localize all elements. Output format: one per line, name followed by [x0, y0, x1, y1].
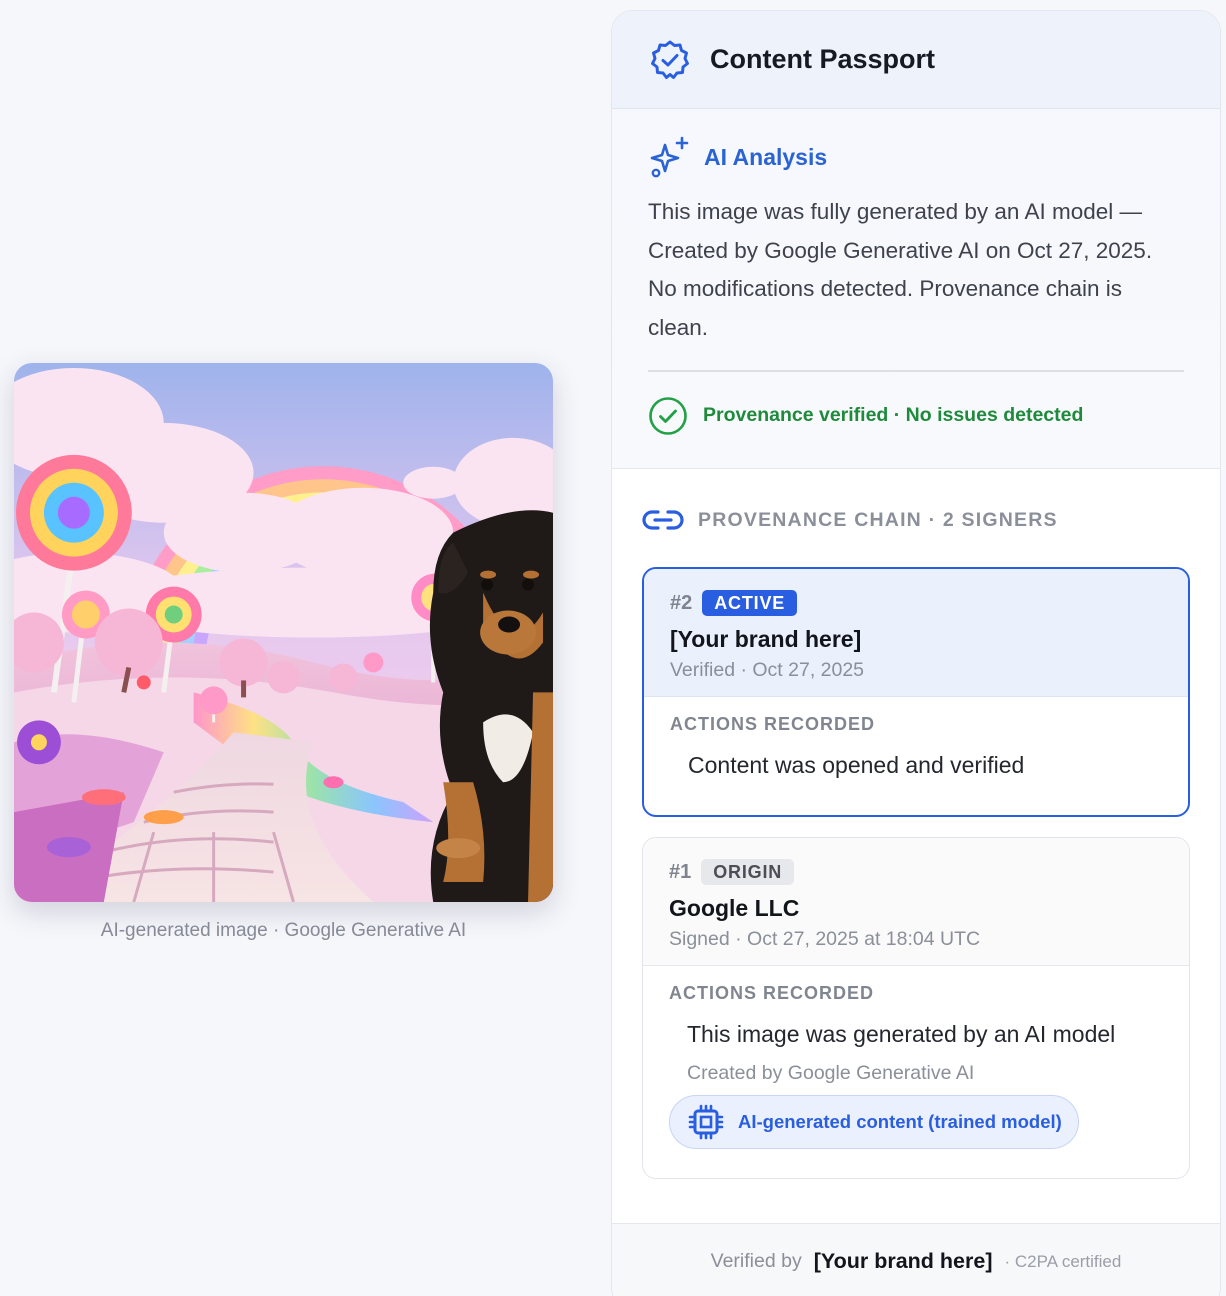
signer-summary: #2 ACTIVE [Your brand here] Verified · O… [644, 569, 1188, 697]
check-circle-icon [649, 396, 687, 435]
footer-prefix: Verified by [710, 1250, 802, 1272]
provenance-status: Provenance verified · No issues detected [648, 396, 1184, 436]
origin-badge: ORIGIN [701, 859, 795, 885]
signer-number: #2 [670, 591, 693, 614]
chip-icon [688, 1104, 724, 1140]
candy-landscape-illustration [14, 363, 553, 902]
signer-meta: Signed · Oct 27, 2025 at 18:04 UTC [669, 928, 981, 950]
footer-brand: [Your brand here] [813, 1249, 993, 1273]
action-item: Content was opened and verified [688, 752, 1025, 778]
signer-meta: Verified · Oct 27, 2025 [670, 659, 865, 681]
image-caption: AI-generated image · Google Generative A… [100, 920, 467, 941]
sparkles-icon [650, 136, 689, 178]
provenance-status-text: Provenance verified · No issues detected [703, 404, 1084, 426]
signer-card-active[interactable]: #2 ACTIVE [Your brand here] Verified · O… [642, 567, 1190, 817]
content-passport-panel: Content Passport AI Analysis This image … [611, 10, 1221, 1296]
action-item: This image was generated by an AI model [687, 1021, 1116, 1047]
panel-footer: Verified by [Your brand here] · C2PA cer… [612, 1223, 1220, 1296]
actions-label: ACTIONS RECORDED [669, 983, 875, 1003]
ai-analysis-text: This image was fully generated by an AI … [648, 199, 1153, 340]
panel-header: Content Passport [612, 11, 1220, 109]
footer-certification: · C2PA certified [1004, 1251, 1122, 1271]
signer-summary: #1 ORIGIN Google LLC Signed · Oct 27, 20… [643, 838, 1189, 966]
actions-recorded: ACTIONS RECORDED Content was opened and … [644, 697, 1188, 779]
provenance-chain-header: PROVENANCE CHAIN · 2 SIGNERS [642, 505, 1190, 535]
verified-badge-icon [651, 40, 689, 79]
ai-generated-image [14, 363, 553, 902]
action-subtext: Created by Google Generative AI [687, 1062, 975, 1084]
signer-name: [Your brand here] [670, 626, 862, 652]
provenance-chain-title: PROVENANCE CHAIN · 2 SIGNERS [698, 508, 1058, 531]
ai-generated-chip[interactable]: AI-generated content (trained model) [669, 1095, 1079, 1149]
link-icon [642, 510, 684, 530]
signer-number: #1 [669, 860, 692, 883]
ai-analysis-header: AI Analysis [648, 135, 1184, 179]
actions-recorded: ACTIONS RECORDED This image was generate… [643, 966, 1189, 1149]
panel-title: Content Passport [710, 44, 936, 74]
signer-card-origin[interactable]: #1 ORIGIN Google LLC Signed · Oct 27, 20… [642, 837, 1190, 1179]
ai-generated-chip-label: AI-generated content (trained model) [738, 1111, 1062, 1132]
ai-analysis-title: AI Analysis [704, 143, 828, 170]
active-badge: ACTIVE [702, 590, 798, 616]
ai-analysis-section: AI Analysis This image was fully generat… [612, 109, 1220, 469]
actions-label: ACTIONS RECORDED [670, 714, 876, 734]
provenance-chain-section: PROVENANCE CHAIN · 2 SIGNERS #2 ACTIVE [… [612, 469, 1220, 1179]
signer-name: Google LLC [669, 895, 800, 921]
divider [648, 370, 1184, 372]
